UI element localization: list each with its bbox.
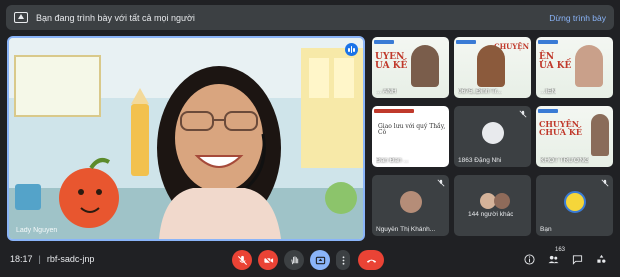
participant-tile[interactable]: CHUYỆN 0675_Đinh Tr...: [454, 37, 531, 98]
present-icon: [14, 12, 28, 23]
chat-button[interactable]: [570, 252, 584, 266]
people-button[interactable]: [546, 252, 560, 266]
camera-off-button[interactable]: [258, 250, 278, 270]
speaking-icon: [345, 43, 358, 56]
raise-hand-button[interactable]: [284, 250, 304, 270]
activities-button[interactable]: [594, 252, 608, 266]
info-icon: [523, 253, 535, 265]
participant-tile[interactable]: Nguyễn Thị Khánh...: [372, 175, 449, 236]
mic-off-icon: [237, 255, 247, 265]
participant-tile[interactable]: ỆN UA KẾ ...IEN: [536, 37, 613, 98]
meeting-code[interactable]: rbf-sadc-jnp: [47, 254, 95, 264]
participant-name: ... ANH: [376, 88, 397, 95]
participant-tile[interactable]: 1863 Đặng Nhi: [454, 106, 531, 167]
bottom-toolbar: 18:17 | rbf-sadc-jnp 163: [0, 244, 620, 277]
more-icon: [342, 255, 344, 265]
presenting-banner: Bạn đang trình bày với tất cả mọi người …: [6, 5, 614, 30]
participant-tile[interactable]: Giao lưu với quý Thầy, Cô Đan Đan ...: [372, 106, 449, 167]
mic-muted-icon: [437, 179, 445, 187]
participant-name: KHÓT TRƯỜNG: [540, 157, 590, 164]
avatar: [494, 193, 510, 209]
separator: |: [38, 254, 41, 264]
end-call-button[interactable]: [358, 250, 384, 270]
raise-hand-icon: [290, 255, 298, 264]
mic-muted-icon: [601, 179, 609, 187]
speaker-name: Lady Nguyen: [16, 227, 58, 234]
end-call-icon: [366, 259, 376, 263]
others-tile[interactable]: 144 người khác: [454, 175, 531, 236]
more-options-button[interactable]: [336, 250, 350, 270]
participant-name: 144 người khác: [468, 211, 514, 218]
meeting-time: 18:17: [10, 254, 33, 264]
participant-name: Bạn: [540, 226, 552, 233]
activities-icon: [596, 254, 605, 263]
people-icon: [547, 255, 559, 263]
self-tile[interactable]: Bạn: [536, 175, 613, 236]
stop-presenting-button[interactable]: Dừng trình bày: [549, 13, 606, 23]
participant-name: ...IEN: [540, 88, 557, 95]
participant-name: Nguyễn Thị Khánh...: [376, 226, 436, 233]
presenting-message: Bạn đang trình bày với tất cả mọi người: [36, 12, 195, 23]
avatar: [399, 191, 422, 213]
mic-off-button[interactable]: [232, 250, 252, 270]
participant-name: 0675_Đinh Tr...: [458, 88, 503, 95]
speaker-video: [9, 38, 363, 239]
mic-muted-icon: [519, 110, 527, 118]
present-screen-icon: [315, 256, 325, 264]
present-screen-button[interactable]: [310, 250, 330, 270]
participant-name: Đan Đan ...: [376, 157, 409, 164]
avatar: [481, 122, 504, 144]
main-speaker-tile[interactable]: Lady Nguyen: [7, 36, 365, 241]
participant-name: 1863 Đặng Nhi: [458, 157, 502, 164]
chat-icon: [572, 254, 582, 265]
avatar: [563, 191, 586, 213]
meeting-meta: 18:17 | rbf-sadc-jnp: [10, 254, 94, 264]
participant-tile[interactable]: CHUYỆN CHƯA KẾ KHÓT TRƯỜNG: [536, 106, 613, 167]
participant-tile[interactable]: UYEN UA KẾ ... ANH: [372, 37, 449, 98]
camera-off-icon: [263, 255, 273, 265]
meeting-details-button[interactable]: [522, 252, 536, 266]
